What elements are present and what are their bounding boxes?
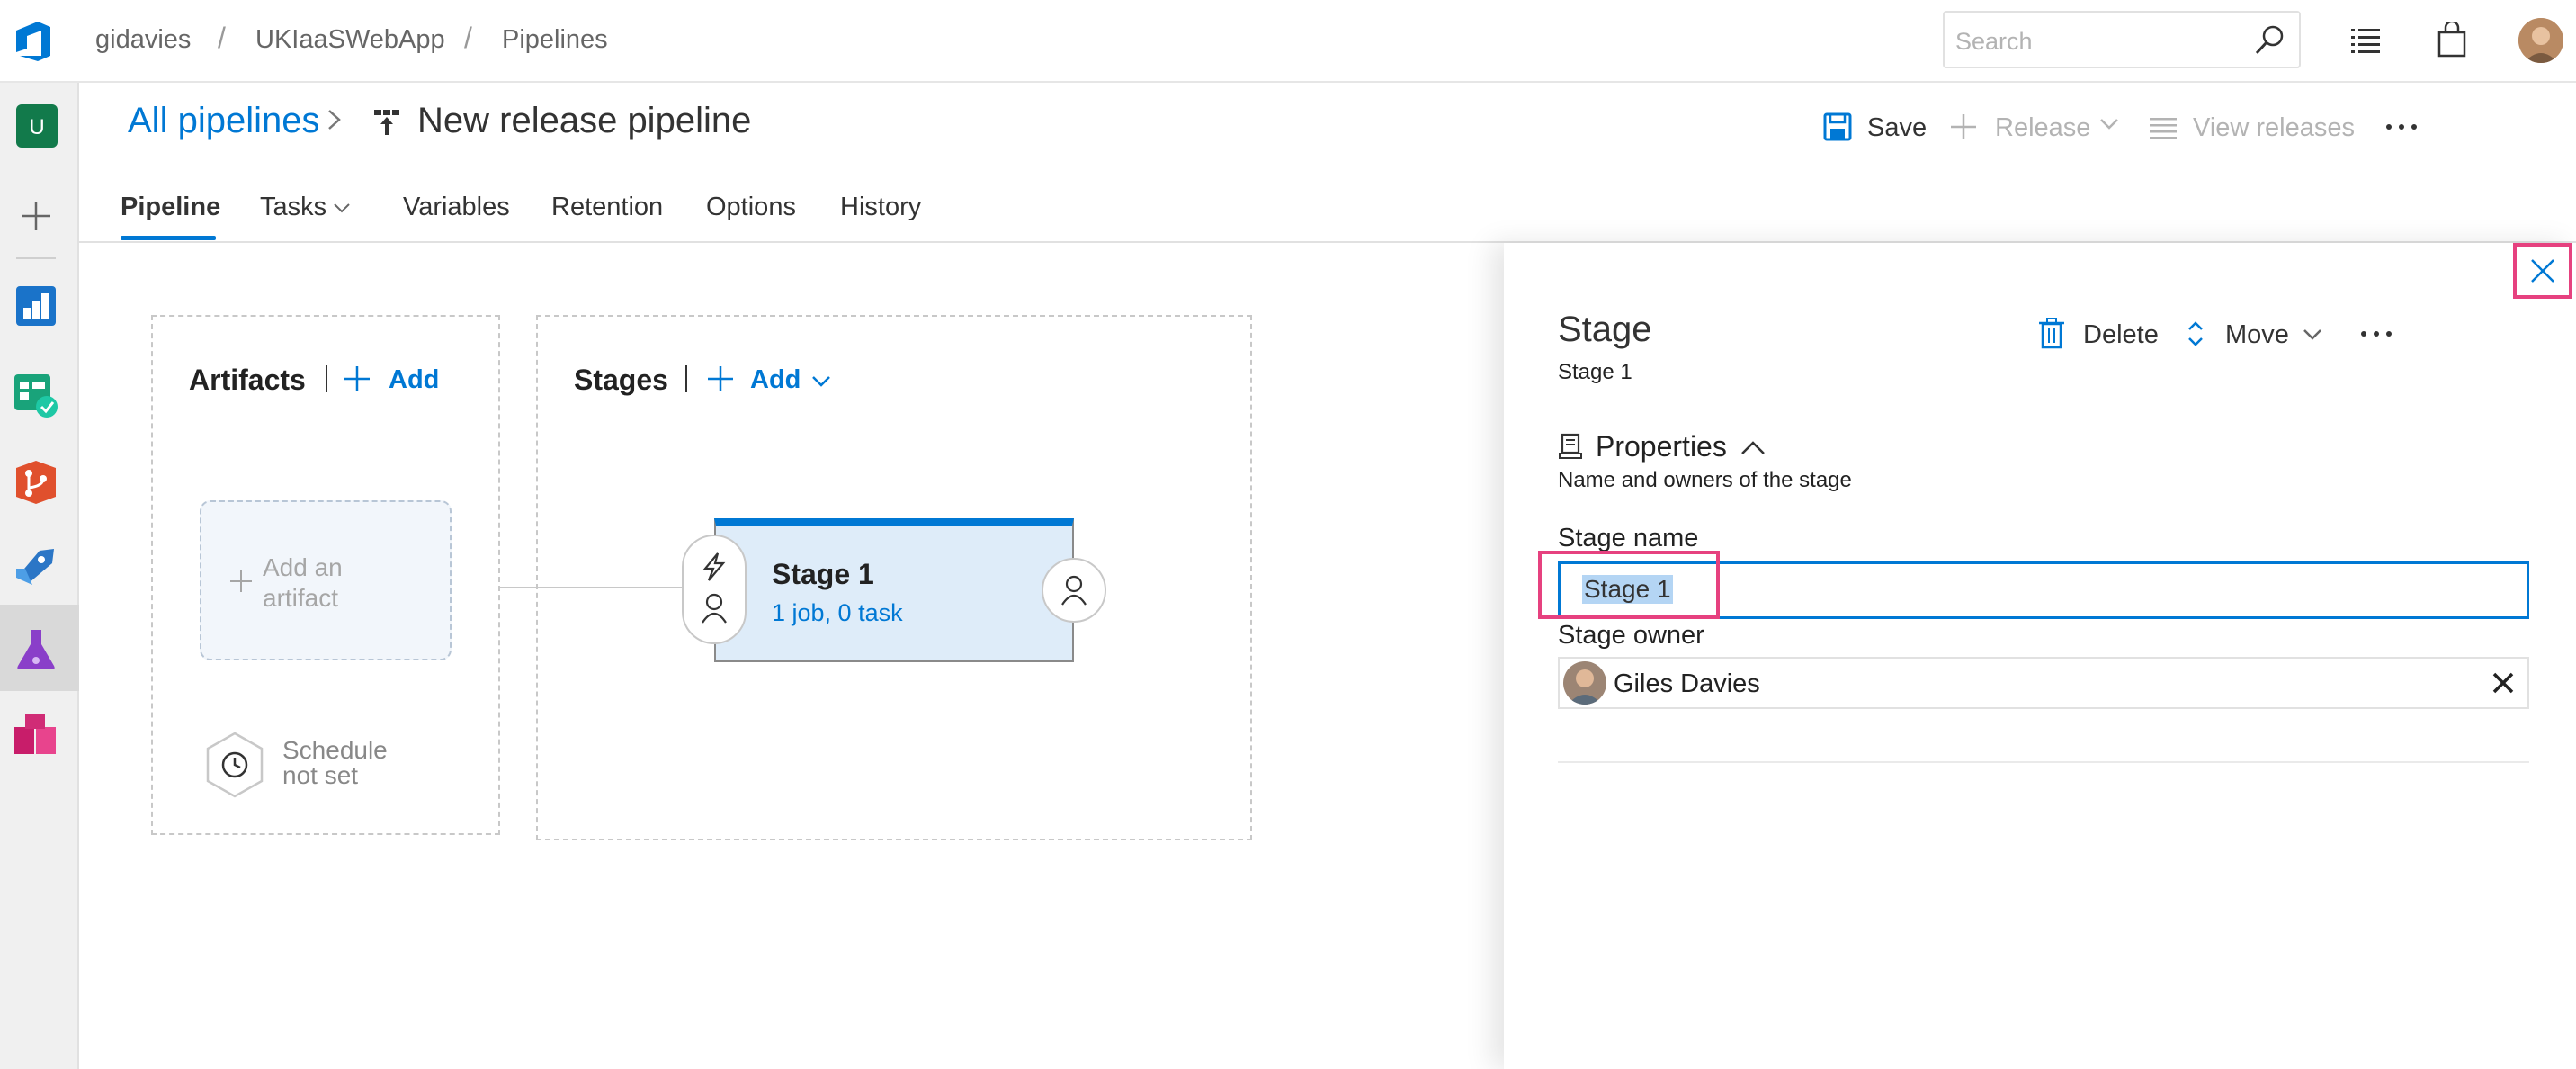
pipelines-icon[interactable] xyxy=(13,542,59,588)
search-input[interactable]: Search xyxy=(1943,11,2301,68)
plus-icon[interactable] xyxy=(13,193,59,239)
breadcrumb-pipelines[interactable]: Pipelines xyxy=(502,25,608,55)
panel-divider xyxy=(1558,761,2529,763)
user-avatar[interactable] xyxy=(2518,18,2563,63)
stage-properties-panel xyxy=(1504,243,2576,1069)
plus-icon xyxy=(1948,112,1979,149)
rail-divider xyxy=(16,257,56,259)
title-separator xyxy=(326,365,327,392)
tab-pipeline[interactable]: Pipeline xyxy=(121,193,220,222)
person-icon xyxy=(700,592,729,629)
stage-name-label: Stage name xyxy=(1558,524,1699,552)
chevron-down-icon xyxy=(2097,112,2121,142)
breadcrumb-project[interactable]: UKIaaSWebApp xyxy=(255,25,445,55)
move-button[interactable]: Move xyxy=(2225,320,2289,350)
breadcrumb-org[interactable]: gidavies xyxy=(95,25,191,55)
breadcrumb-separator: / xyxy=(218,22,226,54)
top-bar: gidavies / UKIaaSWebApp / Pipelines Sear… xyxy=(0,0,2576,83)
stage-card-summary[interactable]: 1 job, 0 task xyxy=(772,599,903,627)
owner-avatar xyxy=(1563,661,1606,705)
schedule-label: Schedule not set xyxy=(282,738,417,788)
repos-icon[interactable] xyxy=(13,459,59,506)
search-placeholder: Search xyxy=(1955,28,2033,55)
tab-retention[interactable]: Retention xyxy=(551,193,663,222)
stages-title: Stages xyxy=(574,364,668,396)
trash-icon[interactable] xyxy=(2038,317,2065,356)
test-plans-icon[interactable] xyxy=(13,626,59,673)
azure-devops-logo-icon[interactable] xyxy=(11,18,58,65)
add-artifact-line1: Add an xyxy=(263,553,343,581)
schedule-line2: not set xyxy=(282,761,359,789)
close-panel-button[interactable] xyxy=(2513,243,2572,299)
active-tab-indicator xyxy=(121,236,216,240)
chevron-down-icon[interactable] xyxy=(2301,322,2324,353)
tab-history[interactable]: History xyxy=(840,193,921,222)
list-icon xyxy=(2148,113,2178,148)
panel-subtitle: Stage 1 xyxy=(1558,360,1632,384)
clear-owner-icon[interactable] xyxy=(2488,668,2518,703)
lightning-icon xyxy=(698,551,730,588)
add-artifact-line2: artifact xyxy=(263,584,339,612)
properties-section-subtitle: Name and owners of the stage xyxy=(1558,468,1852,492)
plus-icon xyxy=(228,569,254,598)
owner-name: Giles Davies xyxy=(1614,669,1760,698)
stage-card[interactable]: Stage 1 1 job, 0 task xyxy=(714,518,1074,662)
boards-icon[interactable] xyxy=(13,373,59,419)
stage-owner-field[interactable]: Giles Davies xyxy=(1558,657,2529,709)
stage-owner-label: Stage owner xyxy=(1558,621,1704,650)
chevron-down-icon[interactable] xyxy=(809,369,833,397)
artifacts-icon[interactable] xyxy=(13,713,59,759)
close-icon xyxy=(2528,256,2557,290)
chevron-up-icon[interactable] xyxy=(1740,436,1767,465)
person-icon xyxy=(1060,574,1088,611)
add-artifact-link[interactable]: Add xyxy=(389,365,439,395)
title-separator xyxy=(685,365,687,392)
view-releases-button[interactable]: View releases xyxy=(2193,113,2355,143)
save-button[interactable]: Save xyxy=(1867,113,1927,143)
release-pipeline-icon xyxy=(371,106,403,143)
plus-icon[interactable] xyxy=(342,364,372,399)
move-icon[interactable] xyxy=(2186,319,2205,356)
overview-icon[interactable] xyxy=(13,283,59,329)
artifacts-title: Artifacts xyxy=(189,364,306,396)
schedule-line1: Schedule xyxy=(282,736,388,764)
search-icon[interactable] xyxy=(2252,23,2286,62)
all-pipelines-link[interactable]: All pipelines xyxy=(128,101,319,141)
add-artifact-card[interactable]: Add an artifact xyxy=(200,500,452,660)
schedule-icon[interactable] xyxy=(203,731,266,804)
properties-icon xyxy=(1558,432,1583,465)
save-icon[interactable] xyxy=(1822,112,1853,149)
shopping-bag-icon[interactable] xyxy=(2436,20,2468,64)
release-button[interactable]: Release xyxy=(1995,113,2090,143)
project-avatar[interactable]: U xyxy=(16,104,58,148)
properties-section-title[interactable]: Properties xyxy=(1596,430,1727,463)
post-deployment-conditions[interactable] xyxy=(1042,558,1106,623)
task-list-icon[interactable] xyxy=(2349,22,2382,62)
stage-card-name: Stage 1 xyxy=(772,558,874,590)
add-artifact-label: Add an artifact xyxy=(263,552,371,614)
pre-deployment-conditions[interactable] xyxy=(682,534,747,644)
breadcrumb-separator: / xyxy=(464,22,472,54)
plus-icon[interactable] xyxy=(705,364,736,399)
panel-more-options-icon[interactable] xyxy=(2358,322,2394,353)
delete-button[interactable]: Delete xyxy=(2083,320,2159,350)
more-options-icon[interactable] xyxy=(2384,115,2419,146)
left-nav-rail: U xyxy=(0,83,79,1069)
chevron-right-icon xyxy=(324,106,345,138)
tab-options[interactable]: Options xyxy=(706,193,796,222)
panel-title: Stage xyxy=(1558,310,1652,349)
page-title: New release pipeline xyxy=(417,101,752,140)
tab-variables[interactable]: Variables xyxy=(403,193,510,222)
artifact-stage-connector xyxy=(500,587,684,588)
annotation-highlight-box xyxy=(1538,551,1720,619)
chevron-down-icon[interactable] xyxy=(331,196,353,226)
add-stage-link[interactable]: Add xyxy=(750,365,801,395)
tab-tasks[interactable]: Tasks xyxy=(260,193,326,222)
